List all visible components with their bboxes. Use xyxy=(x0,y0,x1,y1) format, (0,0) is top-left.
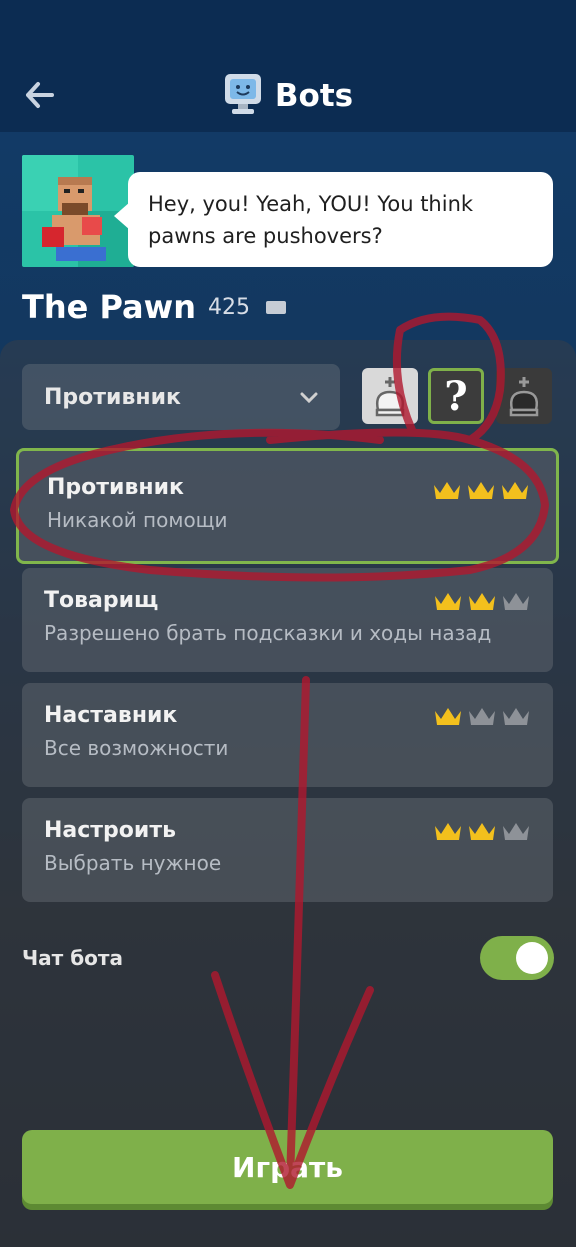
crown-empty-icon xyxy=(467,705,497,731)
mode-card-coach[interactable]: Наставник Все возможности xyxy=(22,683,553,787)
top-bar: Bots xyxy=(0,0,576,132)
crown-filled-icon xyxy=(467,820,497,846)
mode-subtitle: Никакой помощи xyxy=(47,508,228,532)
flag-icon xyxy=(265,300,286,314)
mode-subtitle: Выбрать нужное xyxy=(44,851,222,875)
crown-filled-icon xyxy=(432,479,462,505)
bot-name: The Pawn xyxy=(22,288,196,326)
crown-filled-icon xyxy=(433,705,463,731)
crown-filled-icon xyxy=(433,590,463,616)
random-color-button[interactable]: ? xyxy=(428,368,484,424)
crown-rating xyxy=(432,479,530,505)
mode-subtitle: Все возможности xyxy=(44,736,229,760)
random-question-icon: ? xyxy=(444,372,468,420)
mode-select-value: Противник xyxy=(44,384,181,410)
toggle-knob xyxy=(516,942,548,974)
crown-empty-icon xyxy=(501,590,531,616)
mode-card-custom[interactable]: Настроить Выбрать нужное xyxy=(22,798,553,902)
crown-rating xyxy=(433,590,531,616)
crown-rating xyxy=(433,820,531,846)
bot-rating: 425 xyxy=(207,294,250,320)
chat-toggle[interactable] xyxy=(480,936,554,980)
page-title: Bots xyxy=(274,78,354,114)
bot-speech-bubble: Hey, you! Yeah, YOU! You think pawns are… xyxy=(114,172,553,267)
play-button[interactable]: Играть xyxy=(22,1130,553,1204)
white-king-icon[interactable] xyxy=(362,368,418,424)
crown-empty-icon xyxy=(501,705,531,731)
crown-rating xyxy=(433,705,531,731)
crown-filled-icon xyxy=(433,820,463,846)
mode-subtitle: Разрешено брать подсказки и ходы назад xyxy=(44,621,492,645)
crown-filled-icon xyxy=(500,479,530,505)
chat-label: Чат бота xyxy=(22,946,124,970)
mode-select[interactable]: Противник xyxy=(22,364,340,430)
crown-filled-icon xyxy=(466,479,496,505)
bot-info: The Pawn 425 xyxy=(22,288,286,326)
crown-empty-icon xyxy=(501,820,531,846)
black-king-icon[interactable] xyxy=(496,368,552,424)
page-title-group: Bots xyxy=(0,72,576,120)
bot-monitor-icon xyxy=(223,72,263,120)
mode-card-opponent[interactable]: Противник Никакой помощи xyxy=(16,448,559,564)
chevron-down-icon xyxy=(300,385,318,410)
crown-filled-icon xyxy=(467,590,497,616)
mode-card-friend[interactable]: Товарищ Разрешено брать подсказки и ходы… xyxy=(22,568,553,672)
